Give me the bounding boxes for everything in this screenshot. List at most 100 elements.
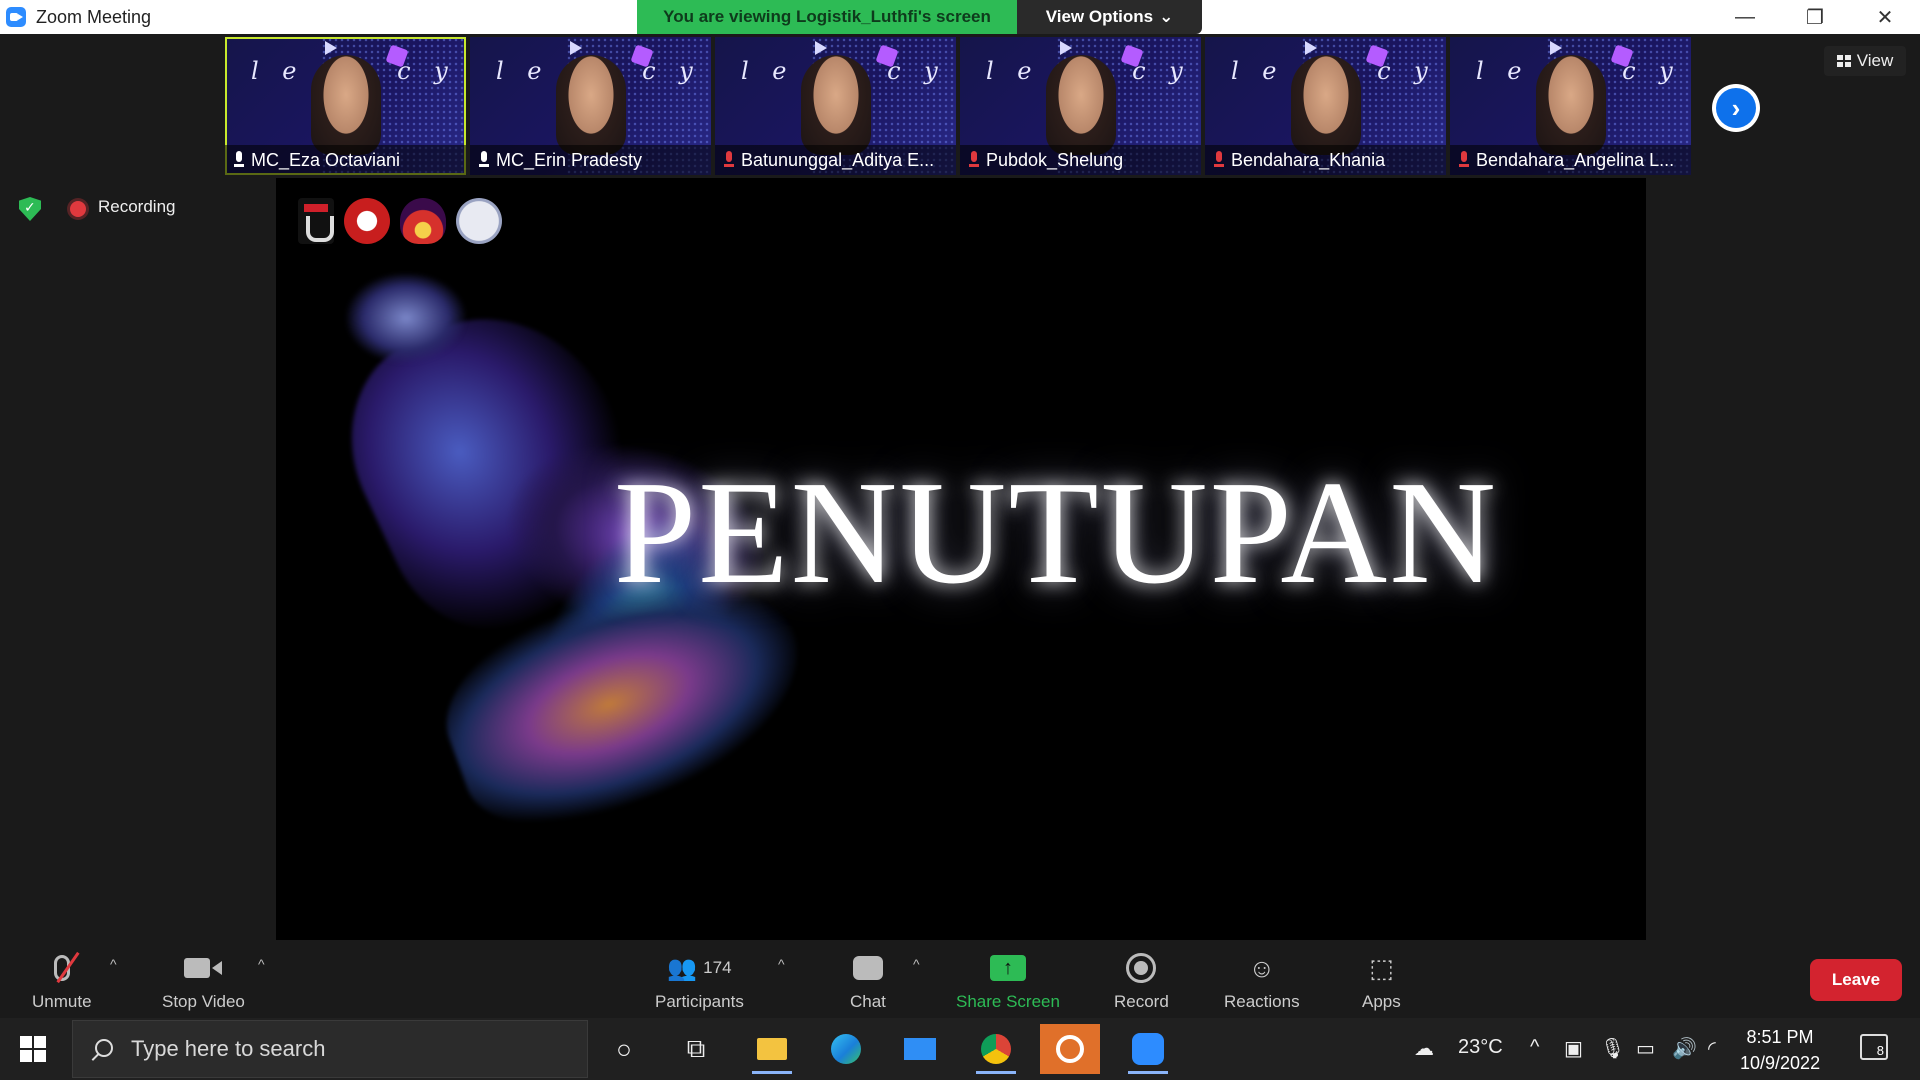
participant-gallery: l e g a c yMC_Eza Octavianil e g a c yMC… [225, 37, 1691, 175]
participant-video [1045, 55, 1116, 155]
recording-dot-icon [70, 201, 86, 217]
participant-tile[interactable]: l e g a c yMC_Eza Octaviani [225, 37, 466, 175]
participant-tile[interactable]: l e g a c yMC_Erin Pradesty [470, 37, 711, 175]
zoom-app-icon [6, 7, 26, 27]
participant-tile[interactable]: l e g a c yBatunung­gal_Aditya E... [715, 37, 956, 175]
clock-time: 8:51 PM [1746, 1027, 1814, 1047]
muted-mic-icon [53, 948, 80, 988]
leave-button[interactable]: Leave [1810, 959, 1902, 1001]
audio-options-caret-icon[interactable]: ^ [110, 956, 117, 972]
taskbar-search-input[interactable]: Type here to search [72, 1020, 588, 1078]
participant-nameplate: Batunung­gal_Aditya E... [715, 145, 956, 175]
record-button[interactable]: Record [1114, 948, 1169, 1012]
tray-mic-icon[interactable]: 🎙 [1600, 1036, 1625, 1061]
participant-video [555, 55, 626, 155]
slide-headline: PENUTUPAN [613, 451, 1499, 615]
mic-icon [478, 151, 490, 169]
participant-nameplate: MC_Eza Octaviani [225, 145, 466, 175]
reactions-button[interactable]: ☺ Reactions [1224, 948, 1300, 1012]
participant-name: MC_Erin Pradesty [496, 149, 643, 170]
participant-name: Bendahara_Khania [1231, 149, 1386, 170]
apps-button[interactable]: ⬚ Apps [1362, 948, 1401, 1012]
participant-video [1535, 55, 1606, 155]
battery-icon[interactable]: ▭ [1636, 1036, 1655, 1061]
minimize-button[interactable]: — [1710, 0, 1780, 34]
tu-logo [298, 198, 334, 244]
view-button-label: View [1856, 51, 1894, 70]
tray-chevron-up-icon[interactable]: ^ [1530, 1036, 1539, 1059]
grid-icon [1836, 55, 1851, 67]
security-shield-icon[interactable] [19, 197, 41, 221]
chat-button[interactable]: Chat [850, 948, 886, 1012]
wifi-icon[interactable]: ◜ [1708, 1036, 1716, 1061]
mic-icon [233, 151, 245, 169]
view-options-label: View Options [1045, 7, 1154, 26]
video-options-caret-icon[interactable]: ^ [258, 956, 265, 972]
play-triangle-icon [815, 41, 827, 55]
volume-icon[interactable]: 🔊 [1672, 1036, 1697, 1061]
chat-label: Chat [850, 992, 886, 1011]
record-icon [1126, 953, 1157, 983]
view-button[interactable]: View [1824, 46, 1906, 76]
recording-label: Recording [98, 197, 176, 216]
edge-browser-icon[interactable] [816, 1024, 876, 1074]
muted-mic-icon [1213, 151, 1225, 169]
share-screen-icon-wrap: ↑ [989, 948, 1026, 988]
participant-name: Bendahara_Angelina L... [1476, 149, 1675, 170]
participant-tile[interactable]: l e g a c y2022Bendahara_Khania [1205, 37, 1446, 175]
participants-label: Participants [655, 992, 744, 1011]
restore-button[interactable]: ❐ [1780, 0, 1850, 34]
participant-tile[interactable]: l e g a c y2022Pubdok_Shelung [960, 37, 1201, 175]
apps-label: Apps [1362, 992, 1401, 1011]
viewing-screen-banner: You are viewing Logistik_Luthfi's screen [637, 0, 1017, 34]
muted-mic-icon [968, 151, 980, 169]
video-camera-icon [184, 948, 223, 988]
tray-device-icon[interactable]: ▣ [1564, 1036, 1583, 1061]
unmute-label: Unmute [32, 992, 92, 1011]
chevron-down-icon: ⌄ [1159, 7, 1174, 26]
participant-name: Pubdok_Shelung [986, 149, 1124, 170]
stop-video-button[interactable]: Stop Video [162, 948, 245, 1012]
view-options-button[interactable]: View Options ⌄ [1017, 0, 1202, 34]
participants-options-caret-icon[interactable]: ^ [778, 956, 785, 972]
weather-cloud-icon[interactable]: ☁ [1414, 1036, 1434, 1061]
file-explorer-icon[interactable] [742, 1024, 802, 1074]
participant-nameplate: Pubdok_Shelung [960, 145, 1201, 175]
participant-tile[interactable]: l e g a c y2022Bendahara_Angelina L... [1450, 37, 1691, 175]
play-triangle-icon [1550, 41, 1562, 55]
recorder-app-icon[interactable] [1040, 1024, 1100, 1074]
chat-options-caret-icon[interactable]: ^ [913, 956, 920, 972]
zoom-taskbar-icon[interactable] [1118, 1024, 1178, 1074]
participant-nameplate: Bendahara_Khania [1205, 145, 1446, 175]
logo-row [298, 198, 502, 244]
mail-icon[interactable] [890, 1024, 950, 1074]
clock-date: 10/9/2022 [1740, 1053, 1821, 1073]
notifications-icon[interactable]: 8 [1860, 1034, 1888, 1060]
taskbar-clock[interactable]: 8:51 PM 10/9/2022 [1740, 1024, 1820, 1076]
participant-name: Batunung­gal_Aditya E... [741, 149, 935, 170]
stop-video-label: Stop Video [162, 992, 245, 1011]
record-icon-wrap [1126, 948, 1157, 988]
share-screen-button[interactable]: ↑ Share Screen [956, 948, 1060, 1012]
participants-button[interactable]: 👥 174 Participants [655, 948, 744, 1012]
cortana-icon[interactable]: ○ [594, 1024, 654, 1074]
task-view-icon[interactable]: ⧉ [666, 1024, 726, 1074]
meeting-toolbar: Unmute ^ Stop Video ^ 👥 174 Participants… [0, 940, 1920, 1018]
windows-taskbar: Type here to search ○ ⧉ ☁ 23°C ^ ▣ 🎙 ▭ 🔊… [0, 1018, 1920, 1080]
muted-mic-icon [723, 151, 735, 169]
participants-icon-group: 👥 174 [667, 948, 731, 988]
search-placeholder: Type here to search [131, 1036, 326, 1061]
notification-count: 8 [1876, 1043, 1884, 1058]
chat-bubble-icon [852, 948, 883, 988]
next-page-button[interactable]: › [1712, 84, 1760, 132]
red-emblem-logo [344, 198, 390, 244]
participant-video [310, 55, 381, 155]
chrome-icon[interactable] [966, 1024, 1026, 1074]
windows-start-icon[interactable] [20, 1036, 46, 1062]
reactions-label: Reactions [1224, 992, 1300, 1011]
play-triangle-icon [1305, 41, 1317, 55]
close-button[interactable]: ✕ [1850, 0, 1920, 34]
participants-icon: 👥 [667, 954, 698, 982]
unmute-button[interactable]: Unmute [32, 948, 92, 1012]
temperature: 23°C [1458, 1036, 1503, 1058]
